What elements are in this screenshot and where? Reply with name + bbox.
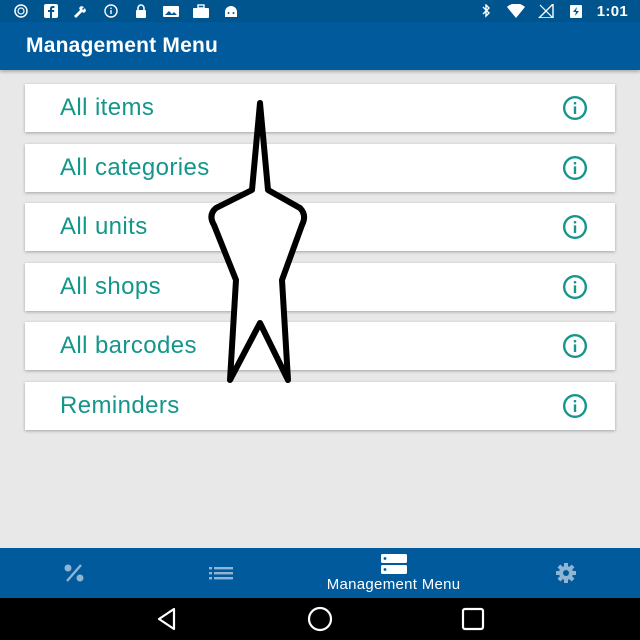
- percent-icon: [64, 564, 84, 582]
- menu-item-label: Reminders: [60, 391, 180, 419]
- menu-list: All items All categories All units All s…: [25, 84, 615, 441]
- nav-item-settings[interactable]: [493, 548, 640, 598]
- bluetooth-icon: [477, 4, 495, 18]
- status-clock: 1:01: [596, 2, 628, 20]
- info-icon[interactable]: [561, 273, 589, 301]
- nav-item-list[interactable]: [147, 548, 294, 598]
- wifi-icon: [506, 4, 525, 18]
- info-icon[interactable]: [561, 213, 589, 241]
- menu-item-all-categories[interactable]: All categories: [25, 143, 615, 192]
- info-icon[interactable]: [561, 94, 589, 122]
- info-icon[interactable]: [561, 154, 589, 182]
- facebook-icon: [42, 4, 60, 18]
- menu-item-label: All units: [60, 213, 148, 240]
- nav-item-management-menu[interactable]: Management Menu: [294, 548, 493, 598]
- battery-icon: [567, 4, 585, 18]
- info-circle-icon: [102, 4, 120, 18]
- status-right-icons: 1:01: [477, 3, 628, 20]
- android-icon: [222, 4, 240, 18]
- lock-icon: [132, 4, 150, 18]
- back-icon[interactable]: [149, 604, 185, 634]
- menu-item-reminders[interactable]: Reminders: [25, 381, 615, 430]
- menu-item-all-units[interactable]: All units: [25, 203, 615, 251]
- app-bar: Management Menu: [0, 22, 640, 70]
- status-left-icons: [12, 4, 240, 18]
- menu-item-label: All shops: [60, 272, 161, 300]
- cast-icon: [12, 4, 30, 18]
- gear-icon: [556, 563, 577, 583]
- system-navigation-bar: [0, 598, 640, 640]
- status-bar: 1:01: [0, 0, 640, 22]
- list-icon: [208, 567, 233, 580]
- menu-item-label: All barcodes: [60, 332, 197, 359]
- menu-item-label: All items: [60, 94, 155, 121]
- menu-item-all-items[interactable]: All items: [25, 84, 615, 132]
- menu-item-all-barcodes[interactable]: All barcodes: [25, 322, 615, 370]
- recents-icon[interactable]: [455, 604, 491, 634]
- menu-item-all-shops[interactable]: All shops: [25, 262, 615, 311]
- briefcase-icon: [192, 4, 210, 18]
- page-title: Management Menu: [26, 34, 219, 57]
- info-icon[interactable]: [561, 392, 589, 420]
- nav-item-percent[interactable]: [0, 548, 147, 598]
- menu-item-label: All categories: [60, 153, 210, 181]
- photo-icon: [162, 4, 180, 18]
- signal-icon: [537, 4, 555, 18]
- bottom-navigation: Management Menu: [0, 548, 640, 598]
- nav-label-management-menu: Management Menu: [326, 576, 461, 593]
- management-icon: [380, 554, 407, 574]
- home-icon[interactable]: [302, 604, 338, 634]
- tools-icon: [72, 4, 90, 18]
- info-icon[interactable]: [561, 332, 589, 360]
